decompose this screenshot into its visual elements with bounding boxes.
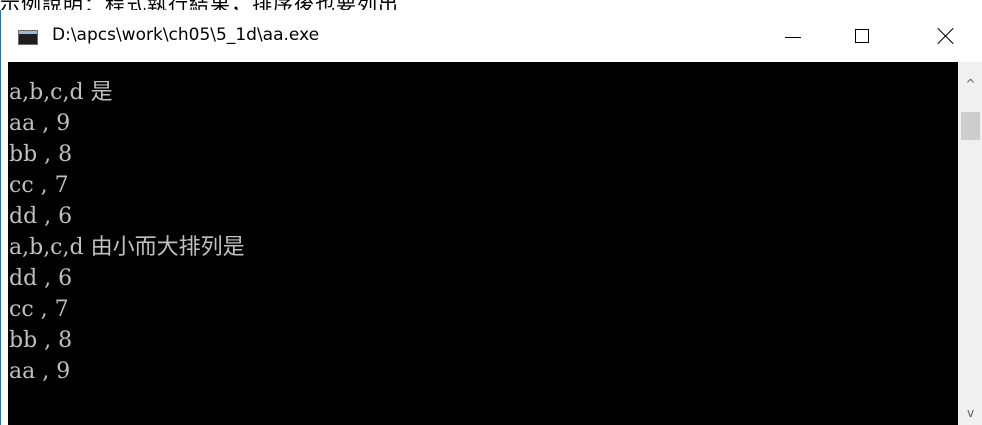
minimize-icon <box>785 36 801 38</box>
console-line: a,b,c,d 是 <box>9 80 113 105</box>
console-line: a,b,c,d 由小而大排列是 <box>9 235 245 260</box>
minimize-button[interactable] <box>763 10 823 62</box>
console-line: dd , 6 <box>9 204 73 229</box>
console-line: dd , 6 <box>9 266 73 291</box>
console-line: aa , 9 <box>9 111 71 136</box>
vertical-scrollbar[interactable]: ^ v <box>958 62 982 425</box>
maximize-button[interactable] <box>832 10 892 62</box>
window-title: D:\apcs\work\ch05\5_1d\aa.exe <box>52 25 320 45</box>
console-output-area[interactable]: a,b,c,d 是 aa , 9 bb , 8 cc , 7 dd , 6 a,… <box>8 62 958 425</box>
scroll-up-arrow-icon[interactable]: ^ <box>958 72 982 96</box>
background-window-text: 示例說明：程式執行結果，排序後也要列出 <box>0 0 399 10</box>
close-icon <box>937 27 955 45</box>
console-line: cc , 7 <box>9 297 69 322</box>
background-window-fragment: 示例說明：程式執行結果，排序後也要列出 <box>0 0 982 10</box>
console-line: bb , 8 <box>9 142 73 167</box>
scroll-down-arrow-icon[interactable]: v <box>958 401 982 425</box>
close-button[interactable] <box>916 10 976 62</box>
title-bar[interactable]: D:\apcs\work\ch05\5_1d\aa.exe <box>1 10 982 62</box>
console-lines: a,b,c,d 是 aa , 9 bb , 8 cc , 7 dd , 6 a,… <box>9 77 245 387</box>
console-line: cc , 7 <box>9 173 69 198</box>
console-line: aa , 9 <box>9 359 71 384</box>
scrollbar-thumb[interactable] <box>961 112 980 140</box>
console-app-icon[interactable] <box>18 30 38 45</box>
console-window: D:\apcs\work\ch05\5_1d\aa.exe a,b,c,d 是 … <box>0 10 982 425</box>
maximize-icon <box>855 29 869 43</box>
console-line: bb , 8 <box>9 328 73 353</box>
